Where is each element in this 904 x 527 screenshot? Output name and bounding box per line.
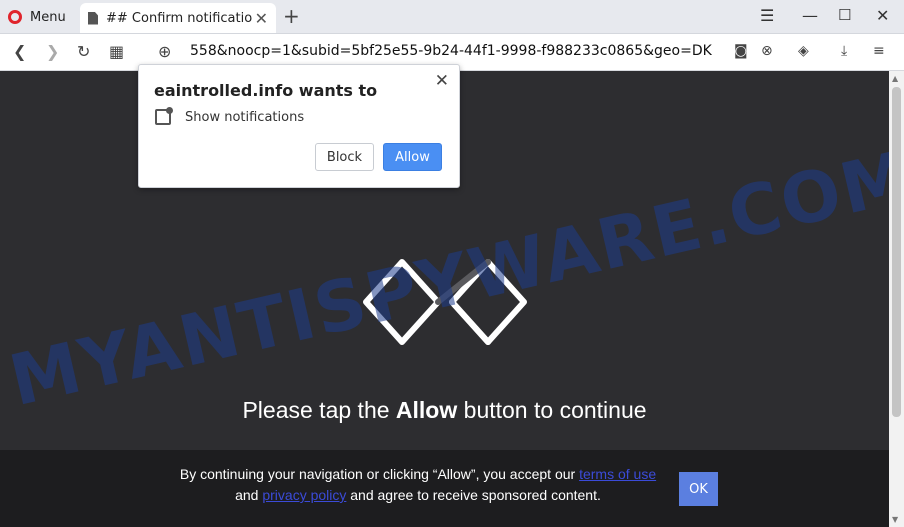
menu-label: Menu <box>30 9 66 25</box>
download-icon[interactable]: ⤓ <box>841 43 847 59</box>
camera-icon[interactable]: ◙ <box>734 43 748 59</box>
block-button[interactable]: Block <box>315 143 374 171</box>
url-field[interactable]: 558&noocp=1&subid=5bf25e55-9b24-44f1-999… <box>190 43 712 59</box>
document-icon <box>88 11 98 25</box>
opera-menu-button[interactable]: Menu <box>8 6 66 28</box>
scroll-thumb[interactable] <box>892 87 901 417</box>
infinity-loader-icon <box>363 259 527 345</box>
scrollbar[interactable]: ▲ ▼ <box>889 71 904 527</box>
speed-dial-icon[interactable]: ▦ <box>109 42 124 61</box>
page-headline: Please tap the Allow button to continue <box>0 397 889 424</box>
permission-row: Show notifications <box>155 107 305 125</box>
consent-text-1: By continuing your navigation or clickin… <box>179 466 580 482</box>
reload-icon[interactable]: ↻ <box>77 42 90 61</box>
tab-menu-icon[interactable]: ☰ <box>760 6 774 25</box>
opera-logo-icon <box>8 10 22 24</box>
adblock-icon[interactable]: ⊗ <box>761 43 773 59</box>
consent-text: By continuing your navigation or clickin… <box>178 464 658 506</box>
notification-icon <box>155 107 173 125</box>
easy-setup-icon[interactable]: ≡ <box>873 43 885 59</box>
headline-text-pre: Please tap the <box>242 397 396 423</box>
scroll-up-icon[interactable]: ▲ <box>892 74 898 83</box>
minimize-icon[interactable]: — <box>802 6 818 25</box>
headline-text-bold: Allow <box>395 397 458 423</box>
consent-text-3: and agree to receive sponsored content. <box>346 487 601 503</box>
window-close-icon[interactable]: ✕ <box>876 6 889 25</box>
new-tab-button[interactable]: + <box>283 4 300 28</box>
popup-title: eaintrolled.info wants to <box>154 81 378 100</box>
permission-label: Show notifications <box>185 109 305 125</box>
scroll-down-icon[interactable]: ▼ <box>892 515 898 524</box>
allow-button[interactable]: Allow <box>383 143 442 171</box>
popup-close-icon[interactable]: ✕ <box>435 71 449 91</box>
consent-text-2: and <box>235 487 263 503</box>
forward-icon[interactable]: ❯ <box>46 42 59 61</box>
headline-text-post: button to continue <box>457 397 647 423</box>
notification-permission-popup: eaintrolled.info wants to ✕ Show notific… <box>138 64 460 188</box>
ok-button[interactable]: OK <box>679 472 718 506</box>
privacy-link[interactable]: privacy policy <box>262 487 346 503</box>
consent-bar: By continuing your navigation or clickin… <box>0 450 889 527</box>
tab-bar: Menu ## Confirm notificatio ✕ + ☰ — ☐ ✕ <box>0 0 904 34</box>
tab-active[interactable]: ## Confirm notificatio ✕ <box>80 3 276 33</box>
tab-close-icon[interactable]: ✕ <box>255 9 268 28</box>
maximize-icon[interactable]: ☐ <box>838 6 851 24</box>
extension-cube-icon[interactable]: ◈ <box>798 43 809 59</box>
back-icon[interactable]: ❮ <box>13 42 26 61</box>
tab-title: ## Confirm notificatio <box>106 10 253 26</box>
site-info-icon[interactable]: ⊕ <box>158 42 171 61</box>
terms-link[interactable]: terms of use <box>579 466 656 482</box>
